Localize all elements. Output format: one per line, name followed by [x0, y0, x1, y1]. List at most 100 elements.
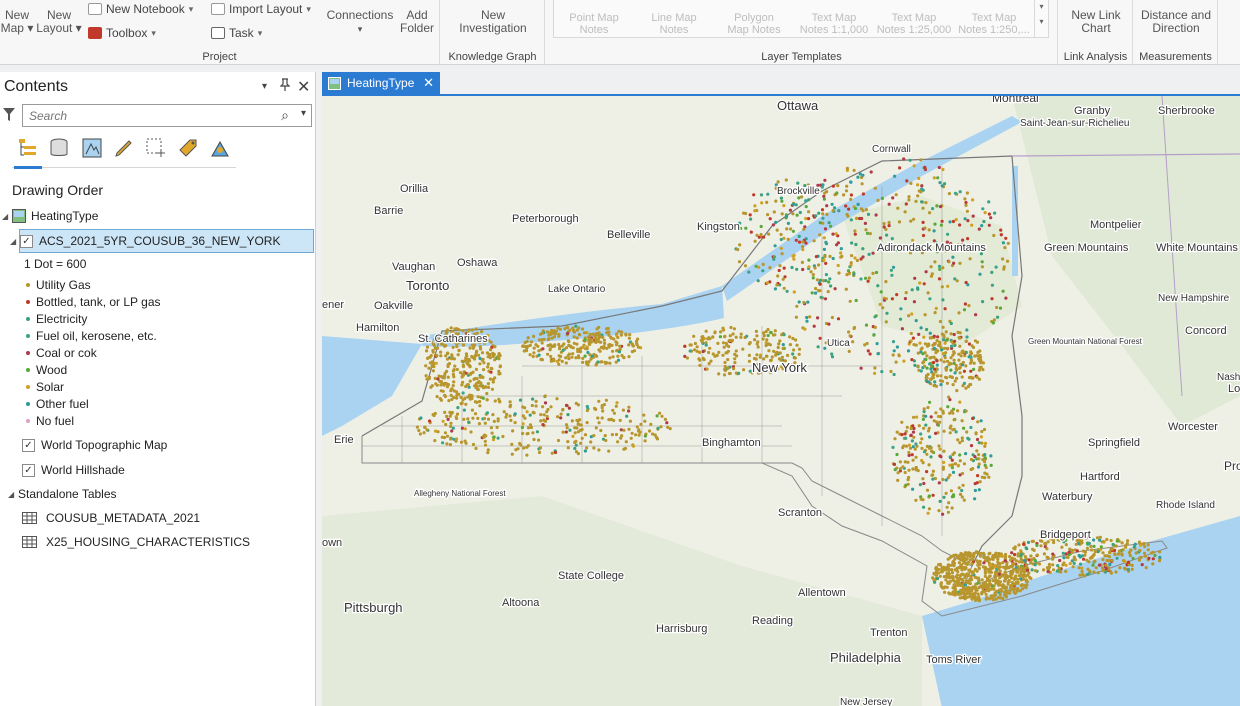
density-dot	[721, 341, 725, 345]
chevron-down-icon[interactable]: ▾	[262, 81, 267, 92]
density-dot	[435, 395, 439, 399]
toolbox-button[interactable]: Toolbox ▾	[88, 26, 156, 40]
distance-direction-button[interactable]: Distance and Direction	[1134, 9, 1218, 35]
basemap-layer[interactable]: ✓ World Hillshade	[22, 459, 125, 481]
density-dot	[935, 569, 939, 573]
collapse-icon[interactable]: ◢	[10, 237, 20, 246]
density-dot	[827, 322, 831, 326]
standalone-tables-label: Standalone Tables	[18, 487, 117, 501]
density-dot	[875, 342, 879, 346]
density-dot	[907, 468, 911, 472]
density-dot	[455, 416, 459, 421]
labeling-icon[interactable]	[176, 136, 200, 160]
gallery-item[interactable]: Line Map Notes	[634, 12, 714, 36]
density-dot	[866, 279, 870, 283]
search-input[interactable]	[23, 105, 263, 126]
density-dot	[521, 431, 525, 436]
density-dot	[643, 419, 647, 423]
search-field[interactable]: ⌕ ▾	[22, 104, 312, 127]
map-view[interactable]: Ottawa Montreal Granby Sherbrooke Saint-Jean…	[322, 94, 1240, 706]
density-dot	[701, 335, 705, 339]
new-notebook-button[interactable]: New Notebook ▾	[88, 2, 193, 16]
symbology-icon[interactable]	[208, 136, 232, 160]
drawing-order-icon[interactable]	[16, 136, 40, 160]
density-dot	[1018, 573, 1022, 577]
new-link-chart-button[interactable]: New Link Chart	[1059, 9, 1133, 35]
density-dot	[774, 353, 778, 357]
density-dot	[776, 180, 780, 184]
density-dot	[955, 554, 960, 558]
density-dot	[566, 413, 570, 417]
import-layout-button[interactable]: Import Layout ▾	[211, 2, 311, 16]
density-dot	[795, 304, 799, 308]
pin-icon[interactable]	[279, 78, 291, 95]
density-dot	[457, 348, 461, 352]
close-icon[interactable]: ✕	[297, 77, 310, 97]
density-dot	[953, 339, 957, 343]
collapse-icon[interactable]: ◢	[8, 490, 18, 499]
density-dot	[885, 233, 889, 237]
density-dot	[576, 419, 580, 423]
snapping-icon[interactable]	[144, 136, 168, 160]
density-dot	[917, 176, 921, 180]
data-source-icon[interactable]	[47, 136, 71, 160]
add-folder-button[interactable]: Add Folder	[398, 9, 436, 35]
density-dot	[1133, 542, 1137, 546]
density-dot	[562, 342, 566, 346]
tab-heatingtype[interactable]: HeatingType ✕	[322, 72, 440, 94]
density-dot	[880, 370, 884, 374]
density-dot	[922, 505, 926, 509]
chevron-down-icon[interactable]: ▾	[301, 108, 306, 119]
density-dot	[479, 381, 483, 385]
place-label: Saint-Jean-sur-Richelieu	[1020, 118, 1130, 129]
standalone-tables-node[interactable]: ◢ Standalone Tables	[8, 483, 117, 505]
density-dot	[495, 425, 499, 429]
density-dot	[946, 405, 950, 409]
density-dot	[1105, 537, 1109, 542]
collapse-icon[interactable]: ◢	[2, 212, 12, 221]
density-dot	[1093, 549, 1097, 554]
gallery-item[interactable]: Point Map Notes	[554, 12, 634, 36]
filter-icon[interactable]	[3, 108, 15, 122]
search-icon[interactable]: ⌕	[281, 107, 289, 124]
density-dot	[475, 377, 479, 381]
density-dot	[521, 344, 525, 348]
table-icon	[22, 512, 37, 524]
density-dot	[583, 338, 587, 342]
density-dot	[451, 345, 455, 349]
map-node[interactable]: ◢ HeatingType	[2, 205, 98, 227]
density-dot	[851, 340, 855, 344]
new-investigation-button[interactable]: New Investigation	[441, 9, 545, 35]
map-canvas[interactable]: Ottawa MontrealGranby SherbrookeSaint-Jean…	[322, 96, 1240, 706]
density-dot	[798, 210, 802, 215]
gallery-item[interactable]: Polygon Map Notes	[714, 12, 794, 36]
chevron-down-icon: ▾	[257, 27, 263, 38]
basemap-layer[interactable]: ✓ World Topographic Map	[22, 434, 167, 456]
table-item[interactable]: COUSUB_METADATA_2021	[22, 507, 200, 529]
selection-icon[interactable]	[80, 136, 104, 160]
density-dot	[927, 228, 931, 232]
gallery-item[interactable]: Text Map Notes 1:250,...	[954, 12, 1034, 36]
table-item[interactable]: X25_HOUSING_CHARACTERISTICS	[22, 531, 250, 553]
density-dot	[907, 450, 911, 455]
close-icon[interactable]: ✕	[423, 75, 434, 91]
layer-node[interactable]: ◢ ✓ ACS_2021_5YR_COUSUB_36_NEW_YORK	[10, 230, 280, 252]
connections-button[interactable]: Connections ▾	[324, 9, 396, 36]
new-map-button[interactable]: New Map ▾	[0, 9, 34, 35]
layer-visibility-checkbox[interactable]: ✓	[20, 234, 33, 248]
density-dot	[776, 345, 780, 350]
layer-visibility-checkbox[interactable]: ✓	[22, 463, 35, 477]
gallery-item[interactable]: Text Map Notes 1:1,000	[794, 12, 874, 36]
new-layout-button[interactable]: New Layout ▾	[36, 9, 82, 35]
gallery-scroll[interactable]: ▾ ▾	[1034, 0, 1048, 38]
density-dot	[823, 255, 827, 259]
density-dot	[469, 395, 473, 399]
density-dot	[928, 362, 932, 366]
editing-icon[interactable]	[112, 136, 136, 160]
density-dot	[466, 383, 470, 387]
task-button[interactable]: Task ▾	[211, 26, 262, 40]
density-dot	[931, 207, 935, 211]
gallery-item[interactable]: Text Map Notes 1:25,000	[874, 12, 954, 36]
density-dot	[1146, 543, 1150, 547]
layer-visibility-checkbox[interactable]: ✓	[22, 438, 35, 452]
